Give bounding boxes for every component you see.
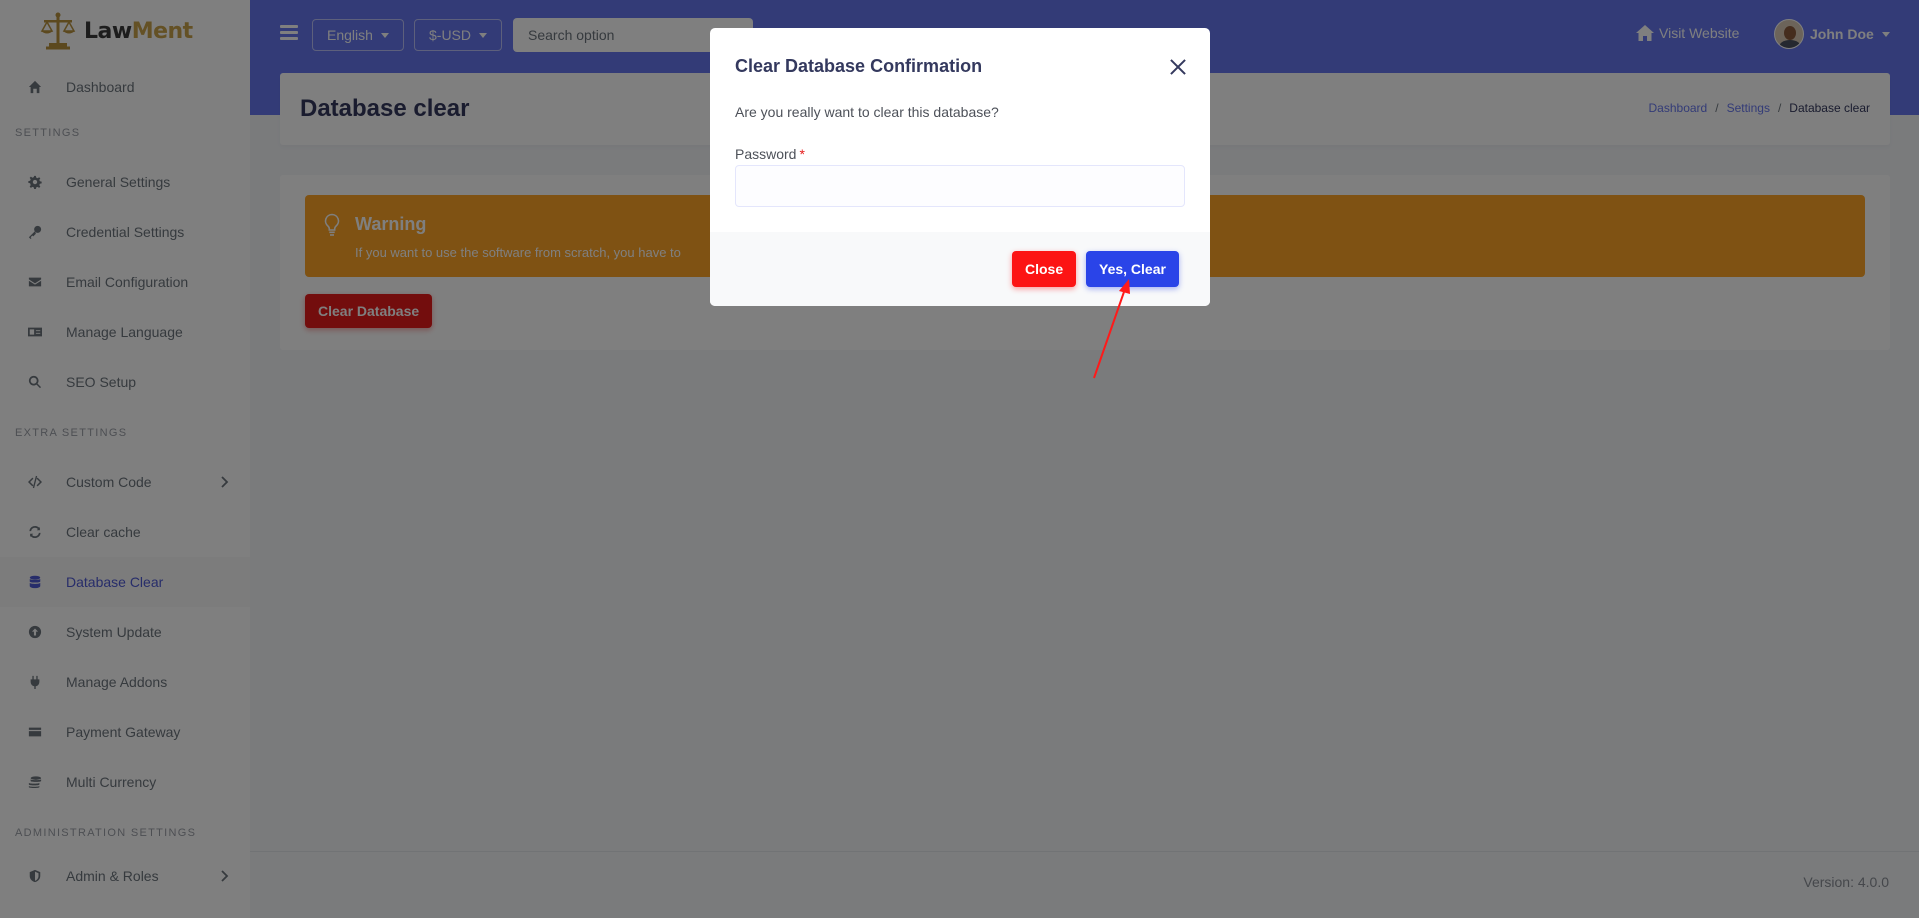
password-field[interactable] — [735, 165, 1185, 207]
close-icon[interactable] — [1169, 58, 1187, 76]
modal-footer: Close Yes, Clear — [710, 232, 1210, 306]
close-button[interactable]: Close — [1012, 251, 1077, 287]
required-mark: * — [799, 146, 805, 162]
modal-question: Are you really want to clear this databa… — [735, 104, 999, 120]
modal-title: Clear Database Confirmation — [735, 56, 983, 76]
clear-database-modal: Clear Database Confirmation Are you real… — [710, 28, 1210, 306]
password-label-text: Password — [735, 146, 797, 162]
confirm-clear-button[interactable]: Yes, Clear — [1086, 251, 1179, 287]
password-label: Password * — [735, 146, 805, 162]
